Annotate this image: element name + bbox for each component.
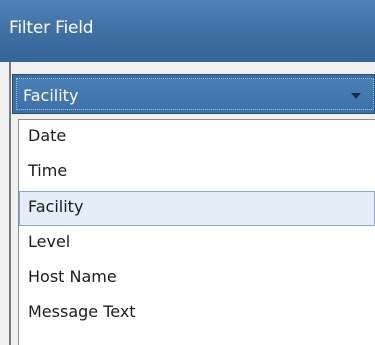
option-label: Date (28, 126, 67, 145)
option-label: Facility (28, 197, 84, 216)
chevron-down-icon[interactable] (351, 93, 361, 99)
option-date[interactable]: Date (19, 120, 375, 155)
header-title: Filter Field (9, 18, 94, 38)
option-host-name[interactable]: Host Name (19, 261, 375, 296)
option-time[interactable]: Time (19, 155, 375, 190)
select-focus-area[interactable]: Facility (16, 78, 374, 110)
option-label: Host Name (28, 267, 117, 286)
dropdown-list: Date Time Facility Level Host Name Messa… (18, 119, 375, 345)
panel-divider (9, 62, 11, 345)
option-message-text[interactable]: Message Text (19, 296, 375, 331)
option-label: Level (28, 232, 71, 251)
option-facility[interactable]: Facility (19, 191, 375, 226)
option-level[interactable]: Level (19, 226, 375, 261)
filter-field-header: Filter Field (0, 0, 375, 62)
select-value: Facility (23, 86, 79, 105)
option-label: Message Text (28, 302, 136, 321)
filter-field-select[interactable]: Facility (12, 74, 375, 114)
option-label: Time (28, 161, 68, 180)
